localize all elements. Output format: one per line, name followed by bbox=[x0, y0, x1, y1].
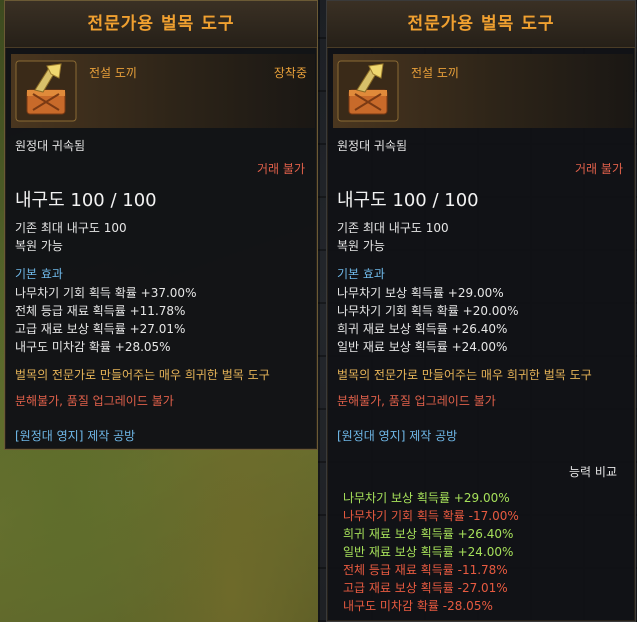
axe-icon bbox=[15, 60, 77, 122]
effect-line: 일반 재료 보상 획득률 +24.00% bbox=[337, 340, 508, 354]
durability: 내구도 100 / 100 bbox=[337, 190, 479, 211]
axe-icon bbox=[337, 60, 399, 122]
compare-line: 전체 등급 재료 획득률 -11.78% bbox=[343, 563, 508, 577]
effect-line: 나무차기 보상 획득률 +29.00% bbox=[337, 286, 504, 300]
item-banner: 전설 도끼 bbox=[333, 54, 633, 128]
item-title: 전문가용 벌목 도구 bbox=[5, 1, 317, 48]
item-restrictions: 분해불가, 품질 업그레이드 불가 bbox=[15, 394, 174, 408]
equipped-badge: 장착중 bbox=[273, 66, 307, 80]
restorable: 복원 가능 bbox=[15, 239, 63, 253]
compare-line: 나무차기 보상 획득률 +29.00% bbox=[343, 491, 510, 505]
effect-line: 고급 재료 보상 획득률 +27.01% bbox=[15, 322, 186, 336]
binding-status: 원정대 귀속됨 bbox=[15, 139, 86, 153]
item-grade: 전설 도끼 bbox=[89, 66, 137, 80]
game-screen: 전문가용 벌목 도구 전설 도끼 장착중 원정대 귀속됨 거래 불가 내구도 1… bbox=[0, 0, 637, 622]
item-source: [원정대 영지] 제작 공방 bbox=[337, 429, 458, 443]
effect-line: 나무차기 기회 획득 확률 +37.00% bbox=[15, 286, 197, 300]
trade-status: 거래 불가 bbox=[575, 162, 623, 176]
compare-line: 희귀 재료 보상 획득률 +26.40% bbox=[343, 527, 514, 541]
compare-line: 내구도 미차감 확률 -28.05% bbox=[343, 599, 493, 613]
item-restrictions: 분해불가, 품질 업그레이드 불가 bbox=[337, 394, 496, 408]
effect-line: 희귀 재료 보상 획득률 +26.40% bbox=[337, 322, 508, 336]
compare-line: 나무차기 기회 획득 확률 -17.00% bbox=[343, 509, 519, 523]
max-durability: 기존 최대 내구도 100 bbox=[15, 221, 127, 235]
item-source: [원정대 영지] 제작 공방 bbox=[15, 429, 136, 443]
trade-status: 거래 불가 bbox=[257, 162, 305, 176]
compare-line: 일반 재료 보상 획득률 +24.00% bbox=[343, 545, 514, 559]
item-grade: 전설 도끼 bbox=[411, 66, 459, 80]
max-durability: 기존 최대 내구도 100 bbox=[337, 221, 449, 235]
compare-header: 능력 비교 bbox=[569, 465, 617, 479]
item-banner: 전설 도끼 장착중 bbox=[11, 54, 315, 128]
effect-line: 내구도 미차감 확률 +28.05% bbox=[15, 340, 171, 354]
restorable: 복원 가능 bbox=[337, 239, 385, 253]
compare-line: 고급 재료 보상 획득률 -27.01% bbox=[343, 581, 508, 595]
base-effect-header: 기본 효과 bbox=[15, 267, 63, 281]
item-description: 벌목의 전문가로 만들어주는 매우 희귀한 벌목 도구 bbox=[337, 368, 592, 382]
effect-line: 전체 등급 재료 획득률 +11.78% bbox=[15, 304, 186, 318]
item-title: 전문가용 벌목 도구 bbox=[327, 1, 635, 48]
durability: 내구도 100 / 100 bbox=[15, 190, 157, 211]
effect-line: 나무차기 기회 획득 확률 +20.00% bbox=[337, 304, 519, 318]
binding-status: 원정대 귀속됨 bbox=[337, 139, 408, 153]
compare-item-tooltip: 전문가용 벌목 도구 전설 도끼 원정대 귀속됨 거래 불가 내구도 100 /… bbox=[326, 0, 636, 622]
equipped-item-tooltip: 전문가용 벌목 도구 전설 도끼 장착중 원정대 귀속됨 거래 불가 내구도 1… bbox=[4, 0, 318, 450]
base-effect-header: 기본 효과 bbox=[337, 267, 385, 281]
item-description: 벌목의 전문가로 만들어주는 매우 희귀한 벌목 도구 bbox=[15, 368, 270, 382]
